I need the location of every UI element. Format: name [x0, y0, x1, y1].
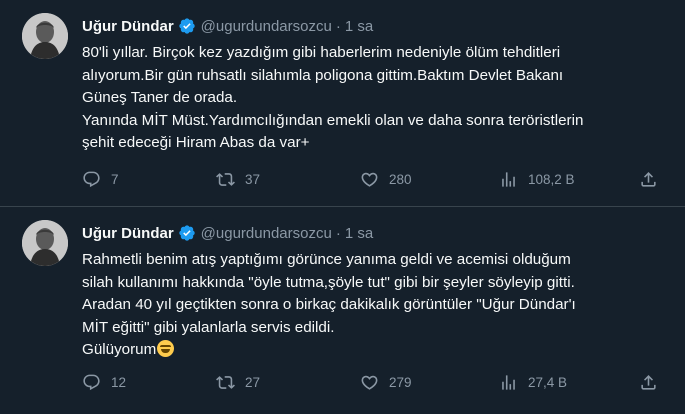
- share-icon: [641, 171, 656, 187]
- tweet-text-line-last: Gülüyorum: [82, 339, 667, 362]
- retweet-icon: [216, 375, 235, 389]
- tweet-header: Uğur Dündar @ugurdundarsozcu · 1 sa: [82, 15, 373, 37]
- avatar[interactable]: [22, 13, 68, 59]
- author-name[interactable]: Uğur Dündar: [82, 18, 174, 35]
- reply-button[interactable]: 7: [82, 168, 119, 190]
- tweet[interactable]: Uğur Dündar @ugurdundarsozcu · 1 sa Rahm…: [0, 207, 685, 414]
- timestamp[interactable]: 1 sa: [345, 225, 373, 242]
- author-name[interactable]: Uğur Dündar: [82, 225, 174, 242]
- views-button[interactable]: 108,2 B: [499, 168, 575, 190]
- tweet-text-line: Gülüyorum: [82, 341, 157, 359]
- share-button[interactable]: [639, 371, 658, 393]
- share-icon: [641, 374, 656, 390]
- reply-button[interactable]: 12: [82, 371, 126, 393]
- rolling-on-floor-laughing-emoji-icon: [157, 340, 175, 358]
- author-handle[interactable]: @ugurdundarsozcu: [201, 18, 332, 35]
- like-button[interactable]: 280: [360, 168, 412, 190]
- timestamp[interactable]: 1 sa: [345, 18, 373, 35]
- reply-count: 7: [111, 171, 119, 187]
- avatar[interactable]: [22, 220, 68, 266]
- action-bar: 12 27 279 27,4 B: [82, 371, 667, 393]
- tweet-text: Rahmetli benim atış yaptığımı görünce ya…: [82, 249, 667, 362]
- views-button[interactable]: 27,4 B: [499, 371, 567, 393]
- views-count: 108,2 B: [528, 171, 575, 187]
- views-icon: [502, 374, 515, 390]
- like-count: 280: [389, 171, 412, 187]
- reply-icon: [83, 171, 100, 187]
- tweet-text-line: şehit edeceği Hiram Abas da var+: [82, 134, 310, 152]
- author-handle[interactable]: @ugurdundarsozcu: [201, 225, 332, 242]
- tweet-text-line: silah kullanımı hakkında "öyle tutma,şöy…: [82, 273, 575, 291]
- tweet-text-line: Güneş Taner de orada.: [82, 89, 238, 107]
- like-count: 279: [389, 374, 412, 390]
- tweet-text-line: alıyorum.Bir gün ruhsatlı silahımla poli…: [82, 66, 564, 84]
- retweet-button[interactable]: 37: [216, 168, 260, 190]
- like-button[interactable]: 279: [360, 371, 412, 393]
- tweet-text-line: MİT eğitti" gibi yalanlarla servis edild…: [82, 318, 335, 336]
- retweet-count: 27: [245, 374, 261, 390]
- share-button[interactable]: [639, 168, 658, 190]
- separator-dot: ·: [335, 17, 341, 35]
- like-icon: [361, 172, 378, 187]
- tweet-text-line: Yanında MİT Müst.Yardımcılığından emekli…: [82, 111, 584, 129]
- tweet-header: Uğur Dündar @ugurdundarsozcu · 1 sa: [82, 222, 373, 244]
- tweet-text: 80'li yıllar. Birçok kez yazdığım gibi h…: [82, 42, 667, 155]
- verified-badge-icon: [178, 18, 195, 34]
- separator-dot: ·: [335, 224, 341, 242]
- like-icon: [361, 375, 378, 390]
- tweet-text-line: 80'li yıllar. Birçok kez yazdığım gibi h…: [82, 44, 561, 61]
- retweet-count: 37: [245, 171, 261, 187]
- views-icon: [502, 171, 515, 187]
- verified-badge-icon: [178, 225, 195, 241]
- action-bar: 7 37 280 108,2 B: [82, 168, 667, 190]
- reply-count: 12: [111, 374, 127, 390]
- retweet-button[interactable]: 27: [216, 371, 260, 393]
- retweet-icon: [216, 172, 235, 186]
- reply-icon: [83, 374, 100, 390]
- tweet-text-line: Aradan 40 yıl geçtikten sonra o birkaç d…: [82, 296, 576, 314]
- tweet[interactable]: Uğur Dündar @ugurdundarsozcu · 1 sa 80'l…: [0, 0, 685, 207]
- views-count: 27,4 B: [528, 374, 568, 390]
- tweet-text-line: Rahmetli benim atış yaptığımı görünce ya…: [82, 251, 571, 268]
